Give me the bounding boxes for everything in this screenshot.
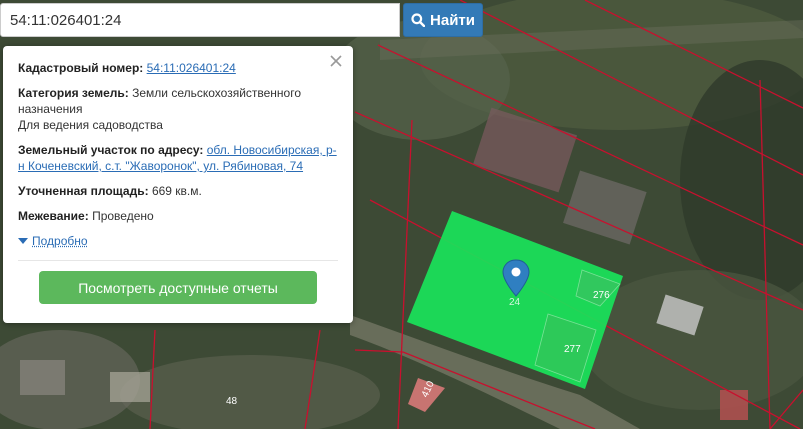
land-category-label: Категория земель: [18,86,129,100]
close-icon[interactable] [328,53,344,69]
details-toggle[interactable]: Подробно [18,233,338,249]
area-row: Уточненная площадь: 669 кв.м. [18,183,338,199]
cadastral-number-row: Кадастровый номер: 54:11:026401:24 [18,60,338,76]
search-button-label: Найти [430,11,475,29]
cadastral-number-link[interactable]: 54:11:026401:24 [147,61,236,75]
area-value: 669 кв.м. [151,184,202,198]
search-input[interactable] [0,3,400,37]
survey-label: Межевание: [18,209,89,223]
parcel-info-popup: Кадастровый номер: 54:11:026401:24 Катег… [3,46,353,323]
address-label: Земельный участок по адресу: [18,143,204,157]
survey-row: Межевание: Проведено [18,208,338,224]
details-link[interactable]: Подробно [32,233,88,249]
area-label: Уточненная площадь: [18,184,149,198]
view-reports-button[interactable]: Посмотреть доступные отчеты [39,271,317,304]
cadastral-number-label: Кадастровый номер: [18,61,144,75]
land-category-row: Категория земель: Земли сельскохозяйстве… [18,85,338,133]
parcel-label-24: 24 [509,297,521,308]
divider [18,260,338,261]
survey-value: Проведено [92,209,154,223]
address-row: Земельный участок по адресу: обл. Новоси… [18,142,338,174]
parcel-label-276: 276 [593,290,610,301]
parcel-label-277: 277 [564,344,581,355]
search-bar: Найти [0,3,483,37]
search-button[interactable]: Найти [403,3,483,37]
chevron-down-icon [18,238,28,244]
parcel-label-48: 48 [226,396,238,407]
land-use-value: Для ведения садоводства [18,118,163,132]
search-icon [411,13,426,27]
